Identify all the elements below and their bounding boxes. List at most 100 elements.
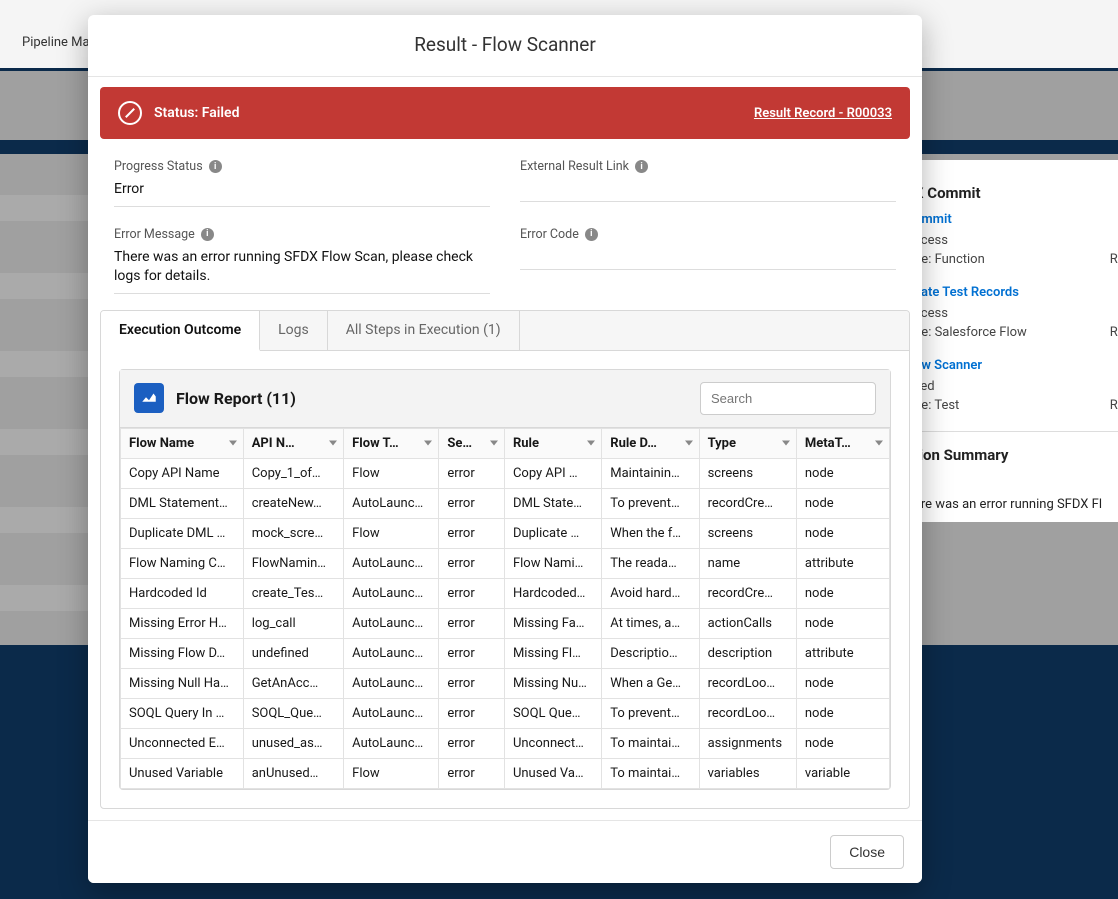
table-row[interactable]: Unconnected E…unused_as…AutoLaunc…errorU… xyxy=(121,728,890,758)
tab-all-steps[interactable]: All Steps in Execution (1) xyxy=(328,311,520,350)
column-header[interactable]: Flow T… xyxy=(344,428,439,458)
field-external-link: External Result Link i xyxy=(520,159,896,207)
table-cell: AutoLaunc… xyxy=(344,578,439,608)
table-cell: The reada… xyxy=(602,548,699,578)
table-cell: actionCalls xyxy=(699,608,796,638)
result-record-link[interactable]: Result Record - R00033 xyxy=(754,106,892,121)
table-cell: Flow xyxy=(344,458,439,488)
table-cell: AutoLaunc… xyxy=(344,728,439,758)
column-header[interactable]: Flow Name xyxy=(121,428,244,458)
table-cell: error xyxy=(439,698,505,728)
table-cell: recordCre… xyxy=(699,578,796,608)
table-cell: Flow Naming C… xyxy=(121,548,244,578)
table-wrap: Flow NameAPI N…Flow T…Se…RuleRule D…Type… xyxy=(120,428,890,789)
report-title: Flow Report (11) xyxy=(176,389,296,408)
table-cell: Descriptio… xyxy=(602,638,699,668)
field-group: Progress Status i Error External Result … xyxy=(100,159,910,310)
modal-backdrop: Result - Flow Scanner Status: Failed Res… xyxy=(0,0,1118,899)
table-cell: node xyxy=(796,608,889,638)
table-row[interactable]: Missing Null Ha…GetAnAcc…AutoLaunc…error… xyxy=(121,668,890,698)
table-row[interactable]: Hardcoded Idcreate_Tes…AutoLaunc…errorHa… xyxy=(121,578,890,608)
table-cell: Unused Va… xyxy=(504,758,601,788)
column-header[interactable]: API N… xyxy=(243,428,343,458)
table-row[interactable]: Unused VariableanUnused…FlowerrorUnused … xyxy=(121,758,890,788)
field-error-message: Error Message i There was an error runni… xyxy=(114,227,490,294)
table-cell: error xyxy=(439,578,505,608)
info-icon[interactable]: i xyxy=(209,160,222,173)
table-cell: When the f… xyxy=(602,518,699,548)
chevron-down-icon xyxy=(875,441,883,446)
tab-header: Execution Outcome Logs All Steps in Exec… xyxy=(101,311,909,351)
column-header[interactable]: MetaT… xyxy=(796,428,889,458)
table-cell: Missing Null Ha… xyxy=(121,668,244,698)
column-header[interactable]: Type xyxy=(699,428,796,458)
error-code-value xyxy=(520,248,896,270)
chevron-down-icon xyxy=(329,441,337,446)
table-cell: recordLoo… xyxy=(699,698,796,728)
external-link-value xyxy=(520,180,896,202)
modal-body: Status: Failed Result Record - R00033 Pr… xyxy=(88,77,922,820)
status-text: Status: Failed xyxy=(154,105,239,121)
field-progress-status: Progress Status i Error xyxy=(114,159,490,207)
search-input[interactable] xyxy=(700,382,876,415)
table-row[interactable]: Flow Naming C…FlowNamin…AutoLaunc…errorF… xyxy=(121,548,890,578)
tab-body: Flow Report (11) Flow xyxy=(101,351,909,808)
report-header: Flow Report (11) xyxy=(120,370,890,428)
table-cell: Duplicate DML … xyxy=(121,518,244,548)
info-icon[interactable]: i xyxy=(201,228,214,241)
result-modal: Result - Flow Scanner Status: Failed Res… xyxy=(88,15,922,883)
table-cell: Maintainin… xyxy=(602,458,699,488)
table-cell: Missing Nu… xyxy=(504,668,601,698)
table-cell: SOQL_Que… xyxy=(243,698,343,728)
table-cell: node xyxy=(796,578,889,608)
table-cell: attribute xyxy=(796,638,889,668)
table-cell: name xyxy=(699,548,796,578)
table-cell: AutoLaunc… xyxy=(344,698,439,728)
table-row[interactable]: Missing Error H…log_callAutoLaunc…errorM… xyxy=(121,608,890,638)
column-header[interactable]: Rule xyxy=(504,428,601,458)
table-cell: To prevent… xyxy=(602,698,699,728)
table-cell: Hardcoded Id xyxy=(121,578,244,608)
tab-execution-outcome[interactable]: Execution Outcome xyxy=(101,311,260,351)
tab-logs[interactable]: Logs xyxy=(260,311,328,350)
table-row[interactable]: Missing Flow D…undefinedAutoLaunc…errorM… xyxy=(121,638,890,668)
table-cell: error xyxy=(439,548,505,578)
table-cell: screens xyxy=(699,458,796,488)
info-icon[interactable]: i xyxy=(585,228,598,241)
table-cell: To maintai… xyxy=(602,758,699,788)
table-cell: Unconnect… xyxy=(504,728,601,758)
column-header[interactable]: Rule D… xyxy=(602,428,699,458)
column-header[interactable]: Se… xyxy=(439,428,505,458)
table-cell: AutoLaunc… xyxy=(344,638,439,668)
external-link-label: External Result Link xyxy=(520,159,629,174)
table-cell: FlowNamin… xyxy=(243,548,343,578)
table-cell: Copy API Name xyxy=(121,458,244,488)
flow-report-table: Flow NameAPI N…Flow T…Se…RuleRule D…Type… xyxy=(120,428,890,789)
chevron-down-icon xyxy=(782,441,790,446)
table-cell: variables xyxy=(699,758,796,788)
table-cell: node xyxy=(796,728,889,758)
table-cell: anUnused… xyxy=(243,758,343,788)
table-cell: GetAnAcc… xyxy=(243,668,343,698)
table-cell: error xyxy=(439,458,505,488)
table-cell: To maintai… xyxy=(602,728,699,758)
table-cell: log_call xyxy=(243,608,343,638)
chevron-down-icon xyxy=(685,441,693,446)
table-cell: Duplicate … xyxy=(504,518,601,548)
progress-status-value: Error xyxy=(114,180,490,207)
table-row[interactable]: SOQL Query In …SOQL_Que…AutoLaunc…errorS… xyxy=(121,698,890,728)
table-row[interactable]: Copy API NameCopy_1_of…FlowerrorCopy API… xyxy=(121,458,890,488)
info-icon[interactable]: i xyxy=(635,160,648,173)
flow-report-card: Flow Report (11) Flow xyxy=(119,369,891,790)
table-cell: undefined xyxy=(243,638,343,668)
progress-status-label: Progress Status xyxy=(114,159,203,174)
field-error-code: Error Code i xyxy=(520,227,896,294)
close-button[interactable]: Close xyxy=(830,835,904,869)
table-row[interactable]: Duplicate DML …mock_scre…FlowerrorDuplic… xyxy=(121,518,890,548)
table-cell: node xyxy=(796,668,889,698)
table-cell: Flow xyxy=(344,518,439,548)
table-cell: AutoLaunc… xyxy=(344,668,439,698)
table-cell: node xyxy=(796,518,889,548)
status-banner: Status: Failed Result Record - R00033 xyxy=(100,87,910,139)
table-row[interactable]: DML Statement…createNew…AutoLaunc…errorD… xyxy=(121,488,890,518)
